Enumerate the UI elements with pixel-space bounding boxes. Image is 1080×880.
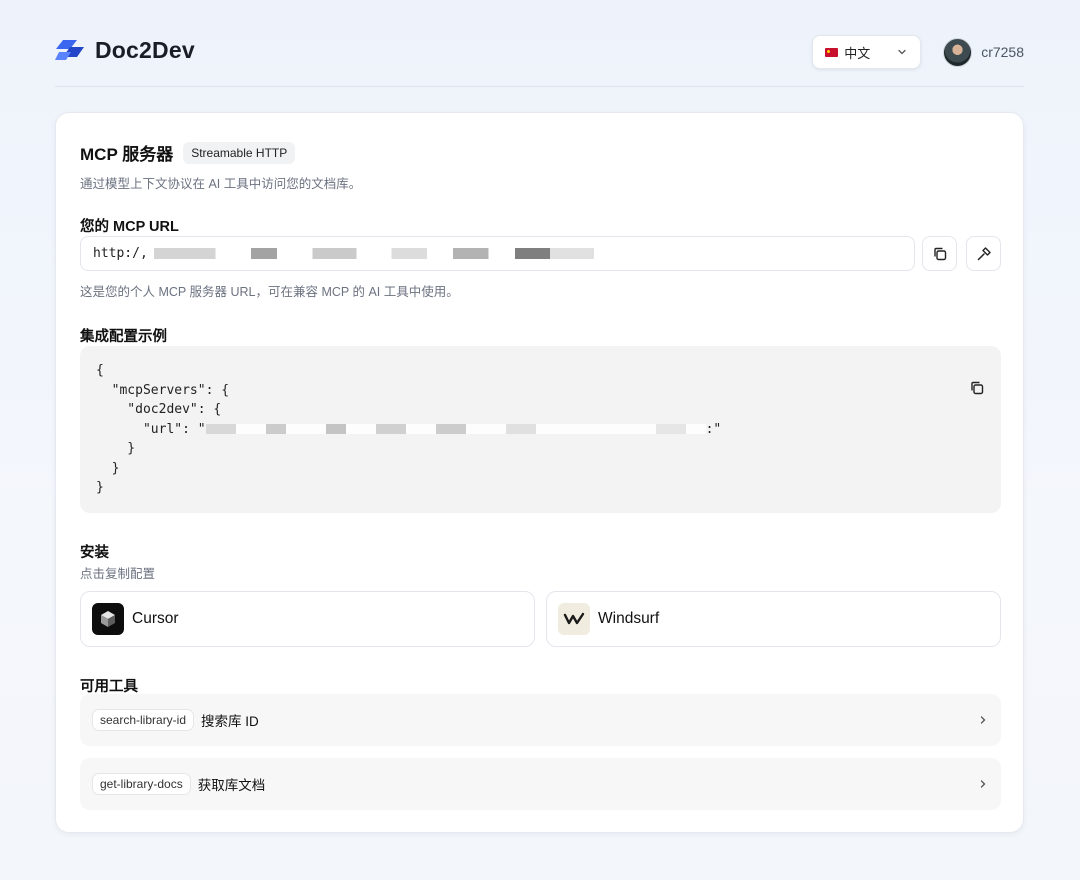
code-line: "doc2dev": { — [96, 402, 222, 417]
redacted-url — [205, 424, 706, 434]
brand[interactable]: Doc2Dev — [55, 37, 195, 64]
code-line: "url": " :" — [96, 420, 985, 440]
install-cursor-button[interactable]: Cursor — [80, 591, 535, 647]
mcp-url-field[interactable]: http:/, — [80, 236, 915, 271]
card-title: MCP 服务器 — [80, 145, 174, 164]
tool-row-search-library-id[interactable]: search-library-id 搜索库 ID — [80, 694, 1001, 746]
test-connection-button[interactable] — [966, 236, 1001, 271]
mcp-url-label: 您的 MCP URL — [80, 219, 179, 235]
hammer-icon — [977, 246, 991, 260]
china-flag-icon — [825, 47, 839, 57]
mcp-url-value: http:/, — [93, 246, 148, 261]
copy-config-button[interactable] — [922, 360, 985, 422]
username: cr7258 — [981, 44, 1024, 60]
copy-icon — [971, 381, 984, 394]
code-line: "mcpServers": { — [96, 382, 230, 398]
config-code-block: { "mcpServers": { "doc2dev": { "url": ":… — [80, 346, 1001, 513]
tool-tag: get-library-docs — [92, 773, 191, 795]
install-windsurf-button[interactable]: Windsurf — [546, 591, 1001, 647]
user-menu[interactable]: cr7258 — [943, 37, 1024, 67]
chevron-right-icon — [980, 780, 986, 788]
transport-badge: Streamable HTTP — [183, 141, 296, 164]
tool-description: 搜索库 ID — [201, 714, 259, 729]
code-line: } — [96, 480, 104, 495]
brand-name: Doc2Dev — [95, 37, 195, 63]
mcp-server-card: MCP 服务器 Streamable HTTP 通过模型上下文协议在 AI 工具… — [55, 112, 1024, 833]
code-line: { — [96, 363, 104, 378]
copy-icon — [933, 247, 946, 260]
code-url-end: :" — [705, 421, 722, 437]
language-select[interactable]: 中文 — [812, 35, 922, 69]
cursor-logo-icon — [92, 603, 124, 635]
tool-tag: search-library-id — [92, 709, 195, 731]
install-app-name: Cursor — [132, 610, 179, 627]
redacted-url — [153, 248, 594, 259]
config-example-label: 集成配置示例 — [80, 329, 167, 345]
doc2dev-logo-icon — [55, 39, 84, 60]
chevron-down-icon — [896, 46, 908, 58]
tool-description: 获取库文档 — [197, 778, 266, 793]
tools-label: 可用工具 — [80, 679, 138, 695]
chevron-right-icon — [980, 716, 986, 724]
top-header: Doc2Dev 中文 cr7258 — [55, 25, 1024, 87]
language-label: 中文 — [844, 45, 871, 61]
code-url-key: "url": " — [96, 421, 206, 437]
card-subtitle: 通过模型上下文协议在 AI 工具中访问您的文档库。 — [80, 177, 362, 191]
tool-row-get-library-docs[interactable]: get-library-docs 获取库文档 — [80, 758, 1001, 810]
install-label: 安装 — [80, 545, 109, 561]
copy-url-button[interactable] — [922, 236, 957, 271]
code-line: } — [96, 460, 120, 476]
install-subtitle: 点击复制配置 — [80, 567, 156, 581]
install-app-name: Windsurf — [598, 610, 660, 627]
mcp-url-hint: 这是您的个人 MCP 服务器 URL，可在兼容 MCP 的 AI 工具中使用。 — [80, 285, 459, 299]
code-line: } — [96, 441, 136, 456]
windsurf-logo-icon — [558, 603, 590, 635]
avatar[interactable] — [943, 37, 973, 67]
